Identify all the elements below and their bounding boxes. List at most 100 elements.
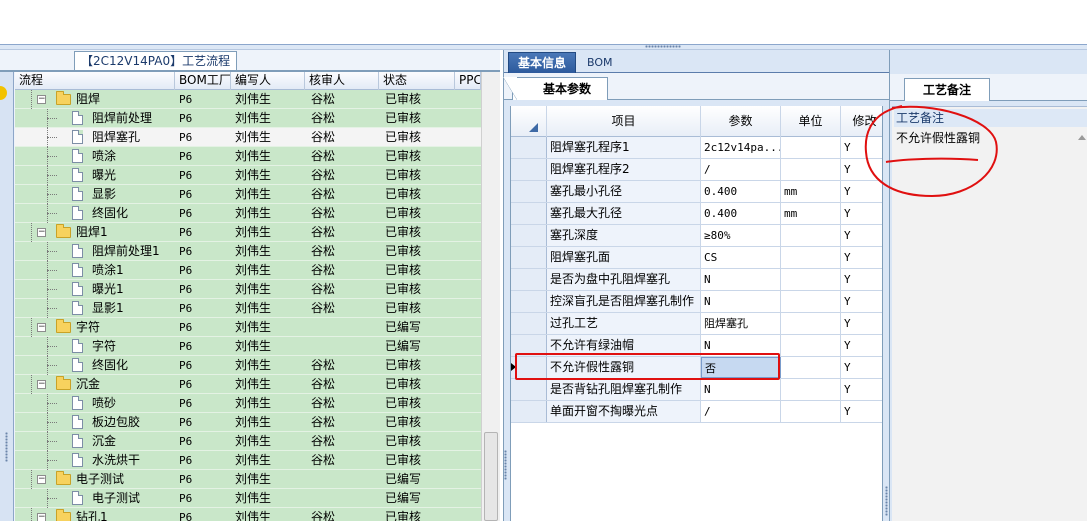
row-indicator[interactable] [511,357,547,378]
tree-row[interactable]: 显影 P6 刘伟生 谷松 已审核 [15,185,481,204]
collapse-icon[interactable]: − [37,380,46,389]
cell-param[interactable]: / [701,159,781,180]
collapse-icon[interactable]: − [37,323,46,332]
cell-param[interactable]: 2c12v14pa... [701,137,781,158]
cell-modify[interactable]: Y [841,203,888,224]
cell-param[interactable]: / [701,401,781,422]
tab-basic-params[interactable]: 基本参数 [503,77,608,100]
cell-modify[interactable]: Y [841,379,888,400]
cell-modify[interactable]: Y [841,247,888,268]
scroll-up-icon[interactable] [1078,135,1086,140]
cell-unit[interactable] [781,225,841,246]
param-row[interactable]: 过孔工艺 阻焊塞孔 Y [511,313,888,335]
row-indicator[interactable] [511,247,547,268]
tree-row[interactable]: 电子测试 P6 刘伟生 已编写 [15,489,481,508]
remarks-scrollbar[interactable] [1076,129,1087,521]
tree-row[interactable]: − 沉金 P6 刘伟生 谷松 已审核 [15,375,481,394]
collapse-icon[interactable]: − [37,475,46,484]
cell-unit[interactable] [781,247,841,268]
param-row[interactable]: 阻焊塞孔面 CS Y [511,247,888,269]
cell-unit[interactable]: mm [781,203,841,224]
cell-param[interactable]: N [701,291,781,312]
param-row[interactable]: 塞孔最大孔径 0.400 mm Y [511,203,888,225]
cell-unit[interactable]: mm [781,181,841,202]
param-row[interactable]: 不允许有绿油帽 N Y [511,335,888,357]
cell-param[interactable]: ≥80% [701,225,781,246]
col-header-writer[interactable]: 编写人 [231,72,305,90]
param-row[interactable]: 阻焊塞孔程序2/ Y [511,159,888,181]
cell-param[interactable]: N [701,269,781,290]
row-indicator[interactable] [511,137,547,158]
cell-unit[interactable] [781,379,841,400]
cell-modify[interactable]: Y [841,181,888,202]
cell-unit[interactable] [781,137,841,158]
param-row[interactable]: 阻焊塞孔程序1 2c12v14pa... Y [511,137,888,159]
param-row[interactable]: 是否为盘中孔阻焊塞孔 N Y [511,269,888,291]
pin-icon[interactable] [0,86,7,100]
tree-row[interactable]: 终固化 P6 刘伟生 谷松 已审核 [15,204,481,223]
cell-modify[interactable]: Y [841,225,888,246]
col-header-param[interactable]: 参数 [701,106,781,137]
row-indicator[interactable] [511,379,547,400]
col-header-unit[interactable]: 单位 [781,106,841,137]
left-grip-icon[interactable] [504,450,507,480]
col-header-status[interactable]: 状态 [379,72,455,90]
col-header-bom-factory[interactable]: BOM工厂 [175,72,231,90]
cell-unit[interactable] [781,269,841,290]
tree-row[interactable]: 终固化 P6 刘伟生 谷松 已审核 [15,356,481,375]
row-indicator[interactable] [511,225,547,246]
row-indicator[interactable] [511,159,547,180]
splitter-grip-icon[interactable] [645,45,681,48]
tree-row[interactable]: 阻焊前处理1 P6 刘伟生 谷松 已审核 [15,242,481,261]
tree-row[interactable]: − 阻焊1 P6 刘伟生 谷松 已审核 [15,223,481,242]
cell-param[interactable]: CS [701,247,781,268]
tree-row[interactable]: − 钻孔1 P6 刘伟生 谷松 已审核 [15,508,481,521]
cell-modify[interactable]: Y [841,159,888,180]
cell-unit[interactable] [781,313,841,334]
cell-unit[interactable] [781,291,841,312]
row-indicator[interactable] [511,203,547,224]
param-row[interactable]: 塞孔深度 ≥80% Y [511,225,888,247]
tab-basic-info[interactable]: 基本信息 [508,52,576,73]
cell-modify[interactable]: Y [841,269,888,290]
cell-modify[interactable]: Y [841,357,888,378]
remarks-textarea[interactable]: 不允许假性露铜 [894,129,1074,147]
cell-param[interactable]: N [701,379,781,400]
tab-process-remarks[interactable]: 工艺备注 [904,78,990,101]
cell-modify[interactable]: Y [841,335,888,356]
right-grip-icon[interactable] [885,486,888,516]
cell-unit[interactable] [781,335,841,356]
tree-row[interactable]: 曝光 P6 刘伟生 谷松 已审核 [15,166,481,185]
col-header-ppc[interactable]: PPC [455,72,481,90]
collapse-icon[interactable]: − [37,513,46,521]
tree-row[interactable]: 阻焊塞孔 P6 刘伟生 谷松 已审核 [15,128,481,147]
tree-row[interactable]: − 阻焊 P6 刘伟生 谷松 已审核 [15,90,481,109]
cell-modify[interactable]: Y [841,137,888,158]
row-indicator-header[interactable] [511,106,547,137]
tree-row[interactable]: 喷砂 P6 刘伟生 谷松 已审核 [15,394,481,413]
param-row[interactable]: 单面开窗不掏曝光点 / Y [511,401,888,423]
col-header-item[interactable]: 项目 [547,106,701,137]
tree-row[interactable]: − 字符 P6 刘伟生 已编写 [15,318,481,337]
left-collapse-bar[interactable] [0,72,14,521]
row-indicator[interactable] [511,335,547,356]
tree-scrollbar-thumb[interactable] [484,432,498,521]
tree-row[interactable]: 喷涂1 P6 刘伟生 谷松 已审核 [15,261,481,280]
row-indicator[interactable] [511,291,547,312]
tree-row[interactable]: 板边包胶 P6 刘伟生 谷松 已审核 [15,413,481,432]
cell-param[interactable]: 阻焊塞孔 [701,313,781,334]
cell-param[interactable]: 0.400 [701,203,781,224]
param-row[interactable]: 控深盲孔是否阻焊塞孔制作 N Y [511,291,888,313]
param-row[interactable]: 是否背钻孔阻焊塞孔制作 N Y [511,379,888,401]
cell-modify[interactable]: Y [841,401,888,422]
select-all-icon[interactable] [529,123,538,132]
collapse-icon[interactable]: − [37,228,46,237]
cell-param[interactable]: N [701,335,781,356]
col-header-flow[interactable]: 流程 [15,72,175,90]
tree-row[interactable]: 水洗烘干 P6 刘伟生 谷松 已审核 [15,451,481,470]
cell-unit[interactable] [781,401,841,422]
collapse-icon[interactable]: − [37,95,46,104]
cell-unit[interactable] [781,357,841,378]
cell-param[interactable]: 否 [701,357,781,378]
row-indicator[interactable] [511,181,547,202]
